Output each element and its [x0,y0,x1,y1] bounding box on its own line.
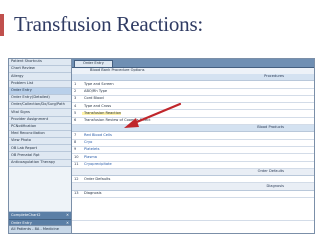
sidebar-item[interactable]: Chart Review [9,66,71,74]
sidebar-footer[interactable]: All Patients - 8A - Medicine [9,225,71,233]
sidebar: Patient Shortcuts Chart Review Allergy Prob… [9,59,72,233]
row-number: 4 [74,103,77,108]
row-number: 7 [74,132,77,137]
order-row[interactable]: 10 Plasma [72,154,314,162]
row-label: Transfusion Review of Coombs Direct [84,118,151,123]
sidebar-item-label: Chart Review [11,66,35,71]
row-number: 10 [74,154,79,159]
sidebar-item[interactable]: Allergy [9,73,71,81]
sidebar-item-label: Vital Signs [11,109,30,114]
row-number: 8 [74,140,77,145]
sidebar-item-label: View Photo [11,138,31,143]
row-label: Plasma [84,154,97,159]
sidebar-item[interactable]: Provider Assignment [9,117,71,124]
sidebar-item-label: Allergy [11,73,24,78]
sidebar-item[interactable]: Order Entry(Detailed) [9,95,71,103]
order-row[interactable]: 3 Cord Blood [72,96,314,104]
row-label: Order Defaults [84,176,111,181]
section-blood-products: Blood Products [72,125,314,133]
tab-order-entry[interactable]: Order Entry [74,59,113,67]
row-label: Transfusion Reaction [82,110,122,116]
row-label: ABO/Rh Type [84,88,108,93]
order-row[interactable]: 4 Type and Cross [72,103,314,111]
tab-bar: Order Entry [72,59,314,68]
row-label: Cryo [84,140,93,145]
row-number: 1 [74,81,77,86]
sidebar-item[interactable]: Vital Signs [9,109,71,117]
sidebar-item[interactable]: Problem List [9,81,71,88]
row-number: 9 [74,147,77,152]
sidebar-item-label: Provider Assignment [11,116,49,121]
order-row[interactable]: 13 Diagnosis [72,191,314,199]
sidebar-item[interactable]: Med Reconciliation [9,131,71,139]
order-row[interactable]: 2 ABO/Rh Type [72,89,314,96]
order-row[interactable]: 1 Type and Screen [72,81,314,89]
section-procedures: Procedures [72,74,314,82]
order-row[interactable]: 7 Red Blood Cells [72,132,314,140]
row-number: 13 [74,191,79,196]
sidebar-item-label: OB Lab Report [11,145,37,150]
sidebar-item-label: Order Entry(Detailed) [11,95,50,100]
sidebar-item[interactable]: Order Entry [9,87,71,95]
row-number: 12 [74,176,79,181]
order-row[interactable]: 6 Transfusion Review of Coombs Direct [72,118,314,126]
sidebar-item-label: Med Reconciliation [11,131,45,136]
row-label: Type and Cross [84,103,112,108]
order-row[interactable]: 5 Transfusion Reaction [72,110,314,118]
row-number: 2 [74,88,77,93]
row-number: 3 [74,96,77,101]
sidebar-item-label: Anticoagulation Therapy [11,159,56,164]
order-row[interactable]: 12 Order Defaults [72,176,314,184]
sidebar-blank-area [9,166,71,212]
emr-window: Patient Shortcuts Chart Review Allergy Prob… [8,58,315,234]
sidebar-item-label: Patient Shortcuts [11,59,42,64]
sidebar-item-label: PCNotification [11,123,37,128]
row-label: Cryoprecipitate [84,161,112,166]
row-label: Diagnosis [84,191,102,196]
row-number: 11 [74,161,79,166]
sidebar-section-user[interactable]: CompleteChart2 ✕ [9,211,71,220]
row-number: 5 [74,110,77,115]
section-order-defaults: Order Defaults [72,168,314,177]
sidebar-item-label: Order/Collection/Dx/Surg/Path [11,102,65,107]
sidebar-item[interactable]: OB Lab Report [9,145,71,153]
sidebar-item[interactable]: View Photo [9,138,71,146]
sidebar-item[interactable]: PCNotification [9,124,71,131]
row-number: 6 [74,118,77,123]
order-row[interactable]: 11 Cryoprecipitate [72,162,314,169]
sidebar-item[interactable]: Order/Collection/Dx/Surg/Path [9,102,71,110]
sidebar-item[interactable]: Patient Shortcuts [9,59,71,67]
row-label: Cord Blood [84,96,104,101]
empty-area [72,198,314,222]
slide-title: Transfusion Reactions: [14,12,204,36]
row-label: Platelets [84,147,100,152]
order-grid: Procedures 1 Type and Screen 2 ABO/Rh Type 3… [72,74,314,222]
sidebar-item-label: Problem List [11,80,34,85]
sidebar-item-label: OB Prenatal Rpt [11,152,40,157]
sidebar-item-label: Order Entry [11,88,32,93]
title-accent-bar [0,14,4,36]
row-label: Type and Screen [84,81,114,86]
section-diagnosis: Diagnosis [72,183,314,191]
row-label: Red Blood Cells [84,132,112,137]
main-panel: Order Entry Blood Bank Procedure Options… [72,59,314,233]
sidebar-item[interactable]: Anticoagulation Therapy [9,160,71,167]
sidebar-section-user-label: CompleteChart2 [11,212,41,217]
order-row[interactable]: 8 Cryo [72,140,314,147]
sidebar-item[interactable]: OB Prenatal Rpt [9,152,71,160]
close-icon[interactable]: ✕ [66,213,71,218]
order-row[interactable]: 9 Platelets [72,147,314,155]
